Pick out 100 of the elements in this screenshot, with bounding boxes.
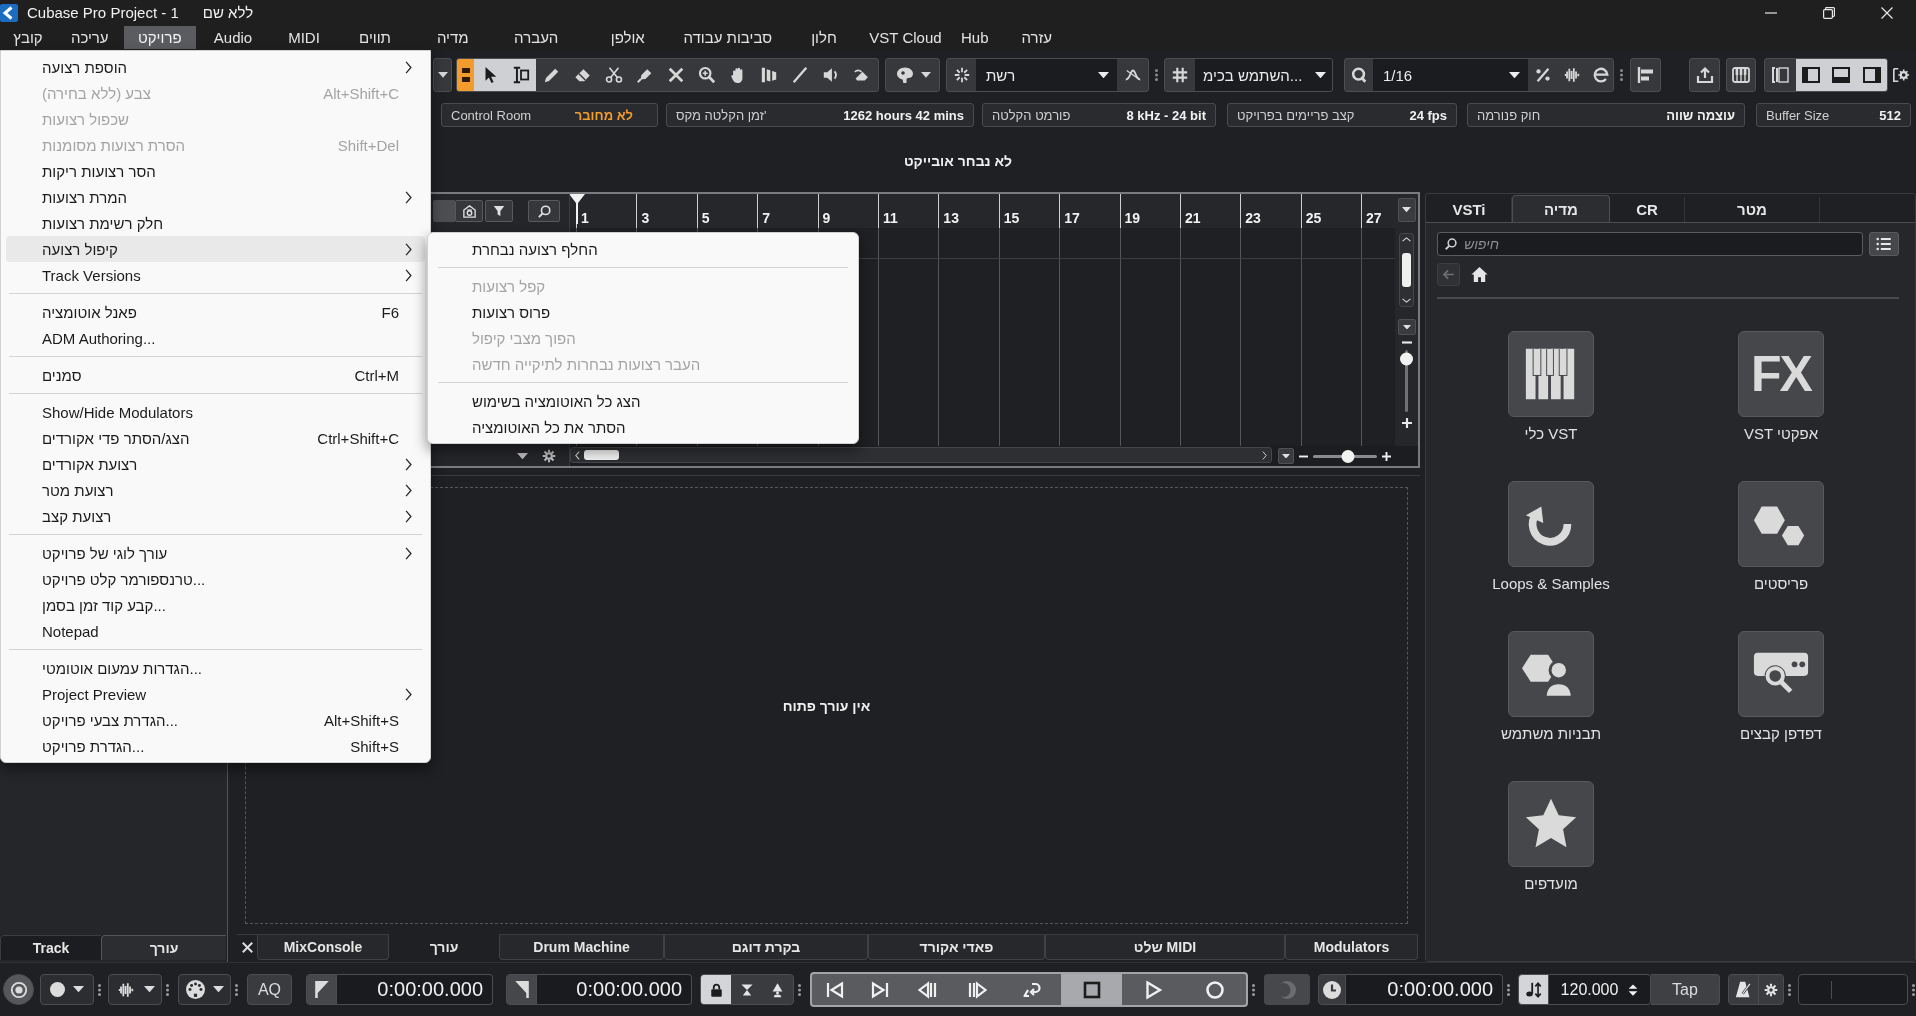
tab[interactable]: בקרת דוגם	[664, 935, 868, 960]
right-locator-button[interactable]	[506, 974, 537, 1005]
list-view-button[interactable]	[1869, 232, 1899, 256]
menu-item[interactable]: Notepad	[6, 618, 425, 644]
scrollbar-thumb[interactable]	[584, 450, 619, 460]
toggle-button[interactable]	[457, 59, 474, 91]
menu-bar-item[interactable]: קובץ	[0, 26, 56, 49]
category-tile[interactable]	[1508, 631, 1594, 717]
tool-button[interactable]	[474, 59, 506, 91]
menu-item[interactable]: הוספת רצועה	[6, 54, 425, 80]
dropdown-button[interactable]	[1397, 319, 1416, 335]
timeline-ruler[interactable]: 1 3 5 7 9 11 13 15 17 19 21 23 25 27	[570, 194, 1395, 228]
dropdown-button[interactable]	[885, 58, 940, 92]
category-tile[interactable]	[1738, 631, 1824, 717]
menu-bar-item[interactable]: עזרה	[1007, 26, 1066, 49]
tempo-field[interactable]: 120.000	[1549, 974, 1651, 1005]
menu-bar-item[interactable]: סביבות עבודה	[676, 26, 779, 49]
horizontal-scrollbar[interactable]	[570, 447, 1272, 463]
slider-thumb[interactable]	[1400, 352, 1413, 366]
home-button[interactable]	[1470, 265, 1489, 284]
slider-thumb[interactable]	[1341, 449, 1355, 463]
menu-item[interactable]: חלק רשימת רצועות	[6, 210, 425, 236]
menu-bar-item[interactable]: אולפן	[579, 26, 677, 49]
menu-bar-item[interactable]: תווים	[338, 26, 412, 49]
text-field[interactable]	[433, 200, 455, 222]
zone-button[interactable]	[1856, 59, 1887, 91]
category-tile[interactable]	[1508, 331, 1594, 417]
menu-item[interactable]: הגדרות עמעום אוטומטי...	[6, 655, 425, 681]
plus-icon[interactable]	[1382, 451, 1391, 461]
category-tile[interactable]: FX	[1738, 331, 1824, 417]
menu-item[interactable]: קבע קוד זמן בסמן...	[6, 592, 425, 618]
menu-item[interactable]: Show/Hide Modulators	[6, 399, 425, 425]
clock-button[interactable]	[1318, 974, 1346, 1005]
menu-item[interactable]: הסר רצועות ריקות	[6, 158, 425, 184]
search-field[interactable]: חיפוש	[1437, 232, 1863, 256]
menu-bar-item[interactable]: Hub	[942, 26, 1008, 49]
toggle-button[interactable]	[1264, 974, 1310, 1005]
menu-item[interactable]: ADM Authoring...	[6, 325, 425, 351]
back-button[interactable]	[1437, 263, 1460, 286]
minus-icon[interactable]	[1401, 341, 1412, 344]
menu-item[interactable]: רצועת קצב	[6, 503, 425, 529]
auto-quantize-button[interactable]: AQ	[247, 974, 292, 1005]
dropdown[interactable]: השתמש בכימ...	[1195, 59, 1332, 91]
tab[interactable]: עורך	[101, 935, 226, 960]
scrollbar-thumb[interactable]	[1402, 253, 1411, 287]
tap-button[interactable]: Tap	[1651, 974, 1720, 1005]
toggle-button[interactable]	[3, 974, 34, 1005]
filter-button[interactable]	[485, 200, 513, 222]
vertical-scrollbar[interactable]	[1399, 233, 1414, 307]
left-locator-button[interactable]	[306, 974, 337, 1005]
input-field[interactable]	[1798, 974, 1908, 1005]
align-button[interactable]	[1630, 58, 1661, 92]
transport-button[interactable]	[1061, 974, 1122, 1005]
menu-bar-item[interactable]: Audio	[196, 26, 270, 49]
time-field[interactable]: 0:00:00.000	[1346, 974, 1503, 1005]
dropdown[interactable]: רשת	[976, 59, 1117, 91]
menu-bar-item[interactable]: חלון	[779, 26, 869, 49]
tab[interactable]: MixConsole	[257, 935, 389, 960]
keyboard-button[interactable]	[1726, 58, 1756, 92]
menu-item[interactable]: המרת רצועות	[6, 184, 425, 210]
snapshot-button[interactable]	[455, 200, 483, 222]
menu-item[interactable]: Project Preview	[6, 681, 425, 707]
tab[interactable]: פאדי אקורד	[868, 935, 1045, 960]
search-button[interactable]	[528, 200, 560, 222]
menu-bar-item[interactable]: העברה	[493, 26, 579, 49]
tab[interactable]: Modulators	[1285, 935, 1418, 960]
note-button[interactable]	[1518, 974, 1549, 1005]
minus-icon[interactable]	[1299, 454, 1308, 458]
tab[interactable]: Drum Machine	[499, 935, 664, 960]
category-tile[interactable]	[1508, 481, 1594, 567]
menu-bar-item[interactable]: עריכה	[56, 26, 124, 49]
export-button[interactable]	[1689, 58, 1720, 92]
dropdown-button[interactable]	[1278, 448, 1294, 464]
menu-item[interactable]: קיפול רצועה	[6, 236, 425, 262]
category-tile[interactable]	[1738, 481, 1824, 567]
dropdown[interactable]: 1/16	[1373, 59, 1528, 91]
tab[interactable]: מדיה	[1512, 195, 1610, 222]
menu-bar-item[interactable]: MIDI	[270, 26, 338, 49]
menu-bar-item[interactable]: VST Cloud	[869, 26, 942, 49]
menu-bar-item[interactable]: מדיה	[412, 26, 494, 49]
tab[interactable]: שלט MIDI	[1045, 935, 1285, 960]
menu-bar-item[interactable]: פרויקט	[123, 26, 196, 49]
zone-button[interactable]	[1795, 59, 1826, 91]
menu-item[interactable]: רצועת אקורדים	[6, 451, 425, 477]
dropdown-button[interactable]	[433, 58, 452, 92]
menu-item[interactable]: עורך לוגי של פרויקט	[6, 540, 425, 566]
plus-icon[interactable]	[1401, 418, 1412, 428]
menu-item[interactable]: טרנספורמר קלט פרויקט...	[6, 566, 425, 592]
category-tile[interactable]	[1508, 781, 1594, 867]
dropdown-button[interactable]	[178, 974, 231, 1005]
tab[interactable]: Track	[0, 935, 101, 960]
lock-button[interactable]	[701, 975, 731, 1004]
menu-item[interactable]: רצועת מטר	[6, 477, 425, 503]
tool-button[interactable]	[505, 59, 537, 91]
dropdown-button[interactable]	[108, 974, 162, 1005]
time-field[interactable]: 0:00:00.000	[537, 974, 692, 1005]
dropdown-button[interactable]	[1397, 198, 1416, 222]
time-field[interactable]: 0:00:00.000	[337, 974, 493, 1005]
dropdown-button[interactable]	[40, 974, 94, 1005]
menu-item[interactable]: Track Versions	[6, 262, 425, 288]
